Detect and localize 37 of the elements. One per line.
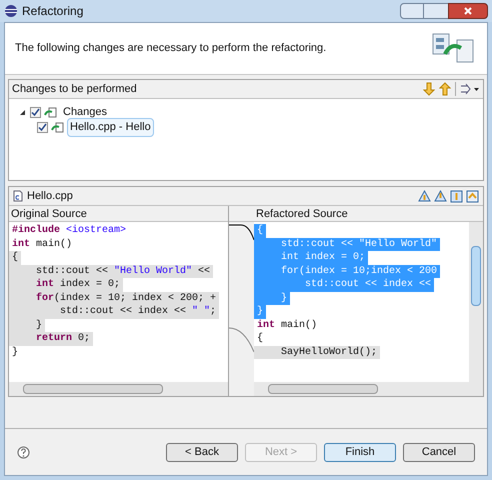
horizontal-scrollbar[interactable] [9,382,228,396]
dialog-button[interactable]: < Back [166,442,238,462]
close-button[interactable] [448,3,488,19]
code-line: { [256,332,264,346]
filter-menu-icon[interactable] [460,83,480,95]
dialog-button[interactable]: Cancel [403,442,475,462]
code-line: int main() [11,238,74,251]
horizontal-scrollbar[interactable] [254,382,483,396]
sphere-icon [4,4,18,18]
code-line: } [11,346,20,359]
expand-toggle-icon[interactable] [19,109,27,116]
window-title: Refactoring [22,3,84,20]
file-icon [13,190,23,202]
change-icon [44,106,57,118]
next-difference-icon[interactable] [418,190,431,202]
pane-title: Original Source [9,206,228,222]
maximize-button[interactable] [424,3,448,19]
tree-item[interactable]: Hello.cpp - Hello [67,118,154,137]
minimize-button[interactable] [400,3,424,19]
pane-title: Refactored Source [254,206,483,222]
previous-change-icon[interactable] [466,190,479,202]
code-line: #include <iostream> [11,224,128,238]
checkbox[interactable] [37,122,48,133]
change-icon [51,122,64,134]
checkbox[interactable] [30,107,41,118]
arrow-up-icon[interactable] [439,82,451,96]
panel-title: Changes to be performed [12,82,137,97]
header-message: The following changes are necessary to perform the refactoring. [15,41,326,56]
close-icon [464,7,472,15]
dialog-button[interactable]: Finish [324,442,396,462]
previous-difference-icon[interactable] [434,190,447,202]
vertical-scrollbar[interactable] [469,222,483,382]
file-name: Hello.cpp [27,188,73,204]
next-change-icon[interactable] [450,190,463,202]
arrow-down-icon[interactable] [423,82,435,96]
code-line: int main() [256,318,318,332]
help-icon[interactable] [17,446,30,458]
